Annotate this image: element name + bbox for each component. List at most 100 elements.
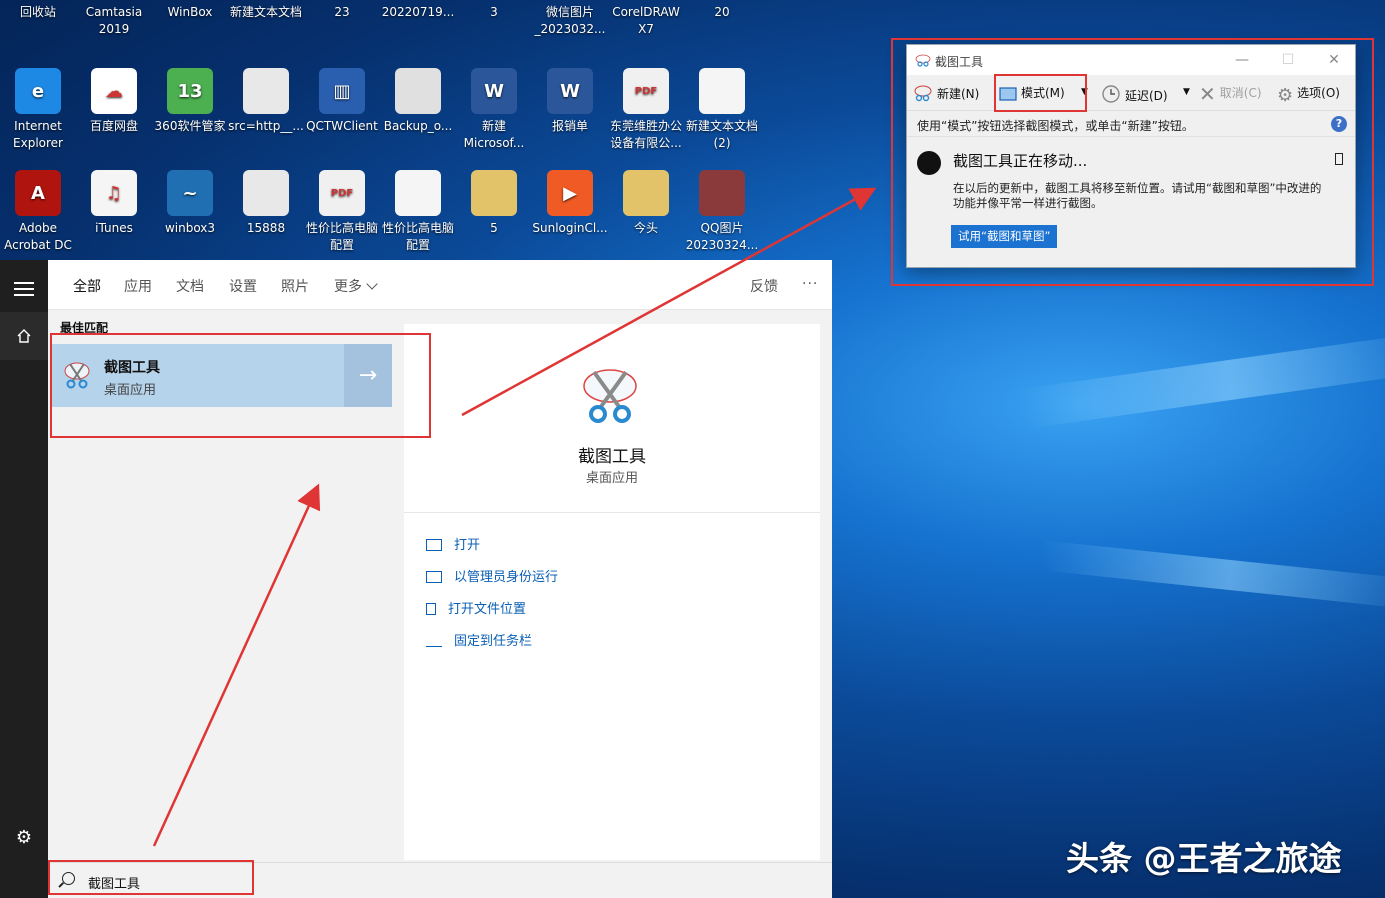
desktop-icon-label: 20220719... [381, 5, 455, 19]
annotation-box-window [891, 38, 1374, 286]
desktop-icon[interactable]: 今头 [608, 170, 684, 237]
desktop-icon-label: SunloginCl... [532, 221, 608, 235]
action-open[interactable]: 打开 [426, 534, 480, 553]
desktop-icon-image [699, 68, 745, 114]
action-pin-taskbar-label: 固定到任务栏 [454, 634, 533, 649]
desktop-icon-label: CorelDRAW X7 [612, 5, 680, 36]
desktop-icon[interactable]: A Adobe Acrobat DC [0, 170, 76, 254]
desktop-icon[interactable]: 20220719... [380, 0, 456, 21]
annotation-box-mode [994, 74, 1087, 112]
file-icon [426, 603, 436, 615]
chevron-down-icon [366, 278, 378, 290]
action-open-file-location[interactable]: 打开文件位置 [426, 598, 526, 617]
desktop-icon[interactable]: 新建文本文档 (2) [684, 68, 760, 152]
action-open-file-location-label: 打开文件位置 [448, 602, 527, 617]
desktop-icon[interactable]: 性价比高电脑配置 [380, 170, 456, 254]
desktop-icon-image: W [547, 68, 593, 114]
action-pin-taskbar[interactable]: 固定到任务栏 [426, 630, 532, 649]
tab-apps[interactable]: 应用 [124, 276, 152, 296]
annotation-box-search [48, 860, 254, 895]
desktop-icon-label: 性价比高电脑配置 [305, 221, 378, 252]
desktop-icon-label: WinBox [167, 5, 213, 19]
desktop-icon-label: Internet Explorer [13, 119, 63, 150]
desktop-icon-image [243, 170, 289, 216]
desktop-icon-image: ♫ [91, 170, 137, 216]
desktop-icon-label: 百度网盘 [89, 119, 138, 133]
home-icon[interactable] [0, 312, 48, 360]
feedback-link[interactable]: 反馈 [750, 276, 778, 296]
desktop-icon-image: PDF [319, 170, 365, 216]
pin-icon [426, 639, 442, 647]
desktop-icon-image [699, 170, 745, 216]
desktop-icon[interactable]: 新建文本文档 [228, 0, 304, 21]
desktop-icon[interactable]: 5 [456, 170, 532, 237]
desktop-icon[interactable]: ▶ SunloginCl... [532, 170, 608, 237]
desktop-icon[interactable]: 20 [684, 0, 760, 21]
app-detail-card: 截图工具 桌面应用 打开 以管理员身份运行 打开文件位置 固定到任务栏 [404, 324, 820, 860]
watermark: 头条 @王者之旅途 [1066, 839, 1342, 878]
desktop-icon-image: e [15, 68, 61, 114]
desktop-icon-label: 新建文本文档 (2) [685, 119, 758, 150]
desktop-icon-label: 新建 Microsof... [463, 119, 525, 150]
search-tabs: 全部 应用 文档 设置 照片 更多 反馈 ··· [48, 260, 832, 312]
desktop-icon[interactable]: WinBox [152, 0, 228, 21]
desktop-icon[interactable]: ☁ 百度网盘 [76, 68, 152, 135]
desktop-icon-label: 微信图片 _2023032... [534, 5, 606, 36]
desktop-icon[interactable]: PDF 东莞维胜办公设备有限公... [608, 68, 684, 152]
desktop-icon[interactable]: 13 360软件管家 [152, 68, 228, 135]
hamburger-menu-icon[interactable] [14, 282, 34, 300]
settings-gear-icon[interactable]: ⚙ [14, 828, 34, 848]
desktop-icon-image: A [15, 170, 61, 216]
desktop-icon[interactable]: W 新建 Microsof... [456, 68, 532, 152]
desktop-icon[interactable]: ~ winbox3 [152, 170, 228, 237]
desktop-icon-label: iTunes [95, 221, 133, 235]
desktop-icon[interactable]: 3 [456, 0, 532, 21]
desktop-icon-label: 今头 [633, 221, 658, 235]
desktop-icon-label: 23 [334, 5, 350, 19]
desktop-icon-image [395, 68, 441, 114]
open-icon [426, 539, 442, 551]
desktop-icon-image [471, 170, 517, 216]
desktop-icon-image: ▶ [547, 170, 593, 216]
tab-documents[interactable]: 文档 [176, 276, 204, 296]
desktop-icon[interactable]: ♫ iTunes [76, 170, 152, 237]
snipping-tool-large-icon [583, 369, 637, 423]
desktop-icon[interactable]: Backup_o... [380, 68, 456, 135]
desktop-icon[interactable]: QQ图片 20230324... [684, 170, 760, 254]
action-open-label: 打开 [454, 538, 481, 553]
desktop-icon[interactable]: W 报销单 [532, 68, 608, 135]
desktop-icon[interactable]: CorelDRAW X7 [608, 0, 684, 38]
desktop-icon-label: 报销单 [551, 119, 588, 133]
desktop-icon[interactable]: src=http__... [228, 68, 304, 135]
desktop-icon-image [623, 170, 669, 216]
action-run-as-admin-label: 以管理员身份运行 [454, 570, 559, 585]
desktop-icon-image: 13 [167, 68, 213, 114]
desktop-icon-image: W [471, 68, 517, 114]
desktop-icon-label: 5 [490, 221, 498, 235]
desktop-icon[interactable]: Camtasia 2019 [76, 0, 152, 38]
start-menu-rail: ⚙ [0, 260, 48, 898]
action-run-as-admin[interactable]: 以管理员身份运行 [426, 566, 558, 585]
more-options-button[interactable]: ··· [802, 276, 818, 292]
desktop-icon-image: ☁ [91, 68, 137, 114]
desktop-icon[interactable]: PDF 性价比高电脑配置 [304, 170, 380, 254]
shield-icon [426, 571, 442, 583]
desktop-icon[interactable]: 15888 [228, 170, 304, 237]
tab-settings[interactable]: 设置 [229, 276, 257, 296]
desktop-icon-label: src=http__... [228, 119, 304, 133]
tab-more[interactable]: 更多 [334, 276, 378, 296]
desktop-icon-label: 回收站 [19, 5, 56, 19]
desktop-icon-image: ~ [167, 170, 213, 216]
desktop-icon[interactable]: 23 [304, 0, 380, 21]
detail-app-name: 截图工具 [578, 447, 646, 467]
desktop-icon[interactable]: 回收站 [0, 0, 76, 21]
tab-all[interactable]: 全部 [73, 276, 101, 312]
desktop-icon-label: QCTWClient [306, 119, 378, 133]
tab-photos[interactable]: 照片 [281, 276, 309, 296]
desktop-icon[interactable]: ▥ QCTWClient [304, 68, 380, 135]
desktop-icon-image: ▥ [319, 68, 365, 114]
desktop-icon[interactable]: e Internet Explorer [0, 68, 76, 152]
desktop-icon-label: Camtasia 2019 [85, 5, 143, 36]
desktop-icon[interactable]: 微信图片 _2023032... [532, 0, 608, 38]
desktop-icon-label: 3 [490, 5, 498, 19]
